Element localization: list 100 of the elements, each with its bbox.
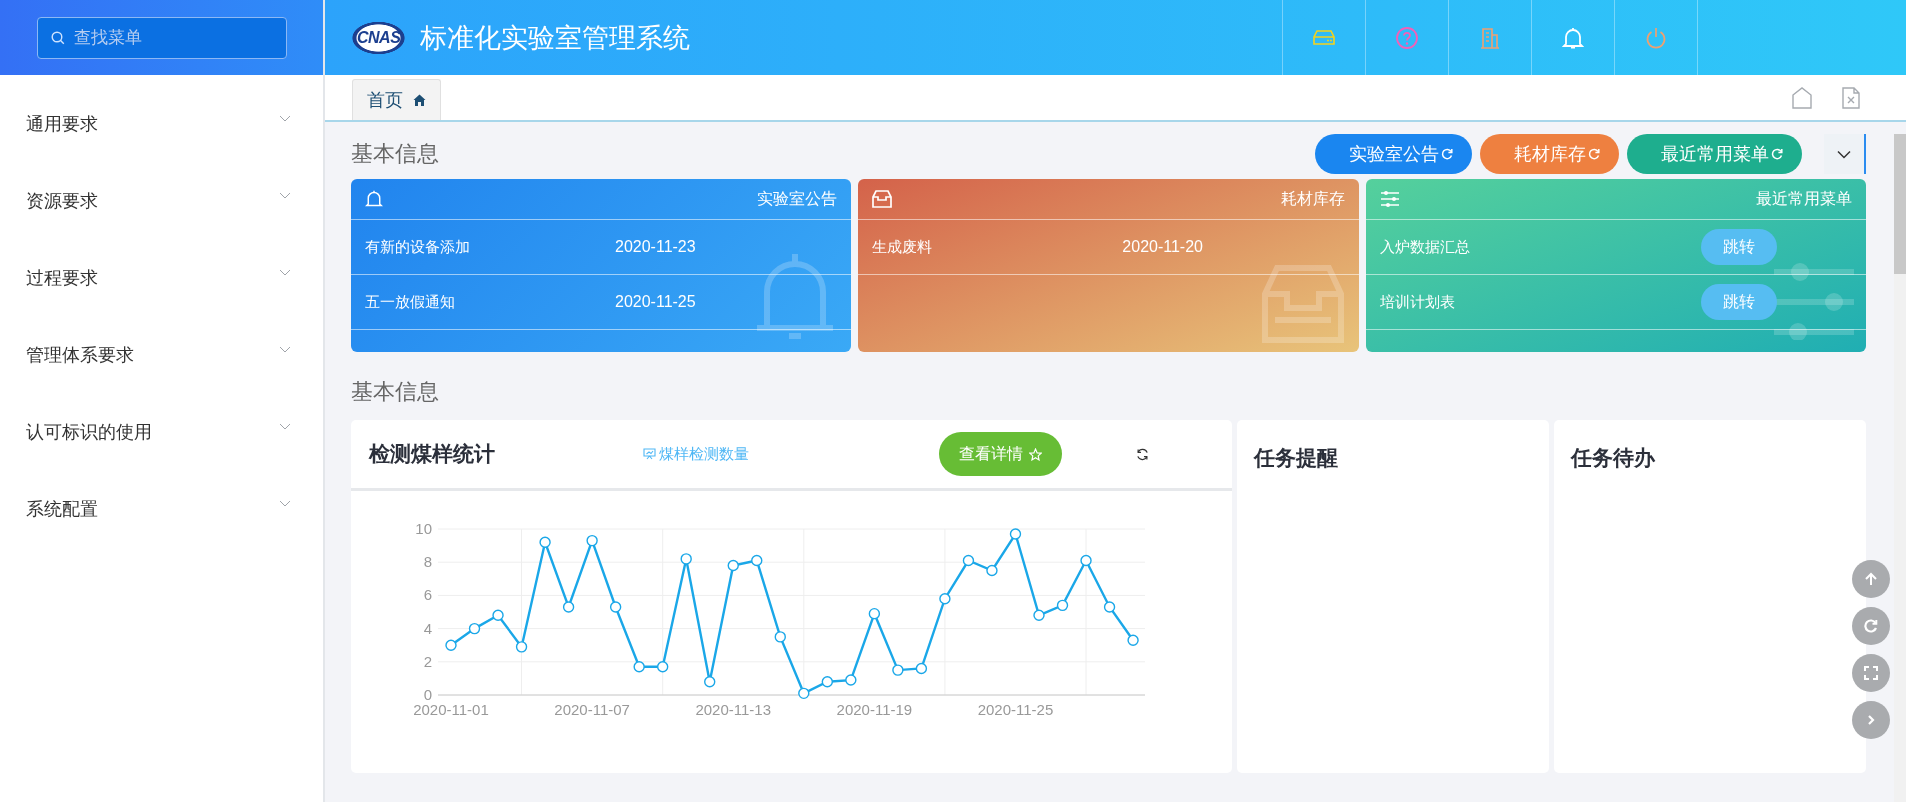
chart-legend[interactable]: 煤样检测数量: [643, 444, 749, 464]
x-tick-label: 2020-11-13: [695, 701, 772, 718]
jump-button[interactable]: 跳转: [1701, 229, 1777, 265]
data-point: [1056, 599, 1069, 612]
item-title[interactable]: 五一放假通知: [365, 292, 615, 312]
menu-item[interactable]: 认可标识的使用: [0, 393, 323, 470]
y-tick-label: 10: [415, 520, 432, 537]
data-point: [774, 631, 786, 643]
y-tick-label: 2: [423, 652, 432, 670]
data-point: [939, 593, 951, 605]
refresh-icon: [1588, 148, 1600, 160]
menu-item[interactable]: 管理体系要求: [0, 316, 323, 393]
y-tick-label: 8: [423, 553, 432, 571]
data-point: [845, 674, 857, 686]
x-tick-label: 2020-11-25: [977, 701, 1054, 718]
home-icon: [413, 94, 426, 106]
panel-title: 检测煤样统计: [369, 441, 495, 467]
back-to-top-button[interactable]: [1852, 560, 1890, 598]
home-icon[interactable]: [1792, 86, 1812, 109]
data-point: [656, 661, 669, 673]
data-point: [445, 639, 457, 651]
search-icon: [51, 30, 65, 45]
item-title[interactable]: 生成废料: [872, 237, 1123, 257]
data-point: [892, 664, 904, 676]
inbox-icon: [1260, 264, 1345, 344]
search-field[interactable]: 查找菜单: [37, 16, 287, 59]
shortcut-button[interactable]: 实验室公告: [1315, 134, 1472, 174]
data-point: [704, 676, 716, 688]
menu-item[interactable]: 系统配置: [0, 470, 323, 547]
data-point: [539, 536, 551, 548]
item-title: 入炉数据汇总: [1379, 237, 1471, 257]
item-date: 2020-11-20: [1122, 238, 1203, 256]
section-title: 基本信息: [351, 140, 439, 168]
data-point: [1009, 528, 1022, 540]
item-date: 2020-11-23: [615, 238, 696, 256]
data-point: [1103, 601, 1116, 613]
data-point: [962, 554, 975, 567]
bell-icon: [365, 189, 383, 209]
card-title: 实验室公告: [757, 188, 838, 209]
data-point: [609, 601, 622, 613]
star-icon: [1029, 447, 1042, 461]
data-point: [727, 559, 739, 572]
data-point: [468, 622, 481, 635]
sliders-icon: [1379, 190, 1400, 208]
y-tick-label: 4: [423, 619, 432, 637]
x-tick-label: 2020-11-01: [413, 701, 489, 718]
section-title: 基本信息: [351, 378, 440, 406]
refresh-icon: [1771, 148, 1783, 160]
data-point: [915, 662, 928, 675]
refresh-button[interactable]: [1852, 607, 1890, 645]
card-title: 耗材库存: [1280, 188, 1345, 209]
data-point: [633, 661, 645, 673]
x-tick-label: 2020-11-07: [554, 701, 630, 718]
menu-item[interactable]: 过程要求: [0, 239, 323, 316]
panel-title: 任务待办: [1571, 446, 1655, 469]
chart-icon: [643, 448, 656, 460]
item-date: 2020-11-25: [615, 293, 696, 311]
x-tick-label: 2020-11-19: [836, 701, 913, 718]
refresh-icon: [1864, 619, 1878, 633]
jump-button[interactable]: 跳转: [1701, 284, 1777, 320]
data-point: [680, 553, 692, 565]
logo: CNAS: [351, 20, 407, 55]
sliders-icon: [1772, 262, 1856, 340]
home-tab[interactable]: 首页: [352, 79, 441, 120]
arrow-up-icon: [1864, 572, 1878, 586]
data-point: [751, 554, 763, 567]
fullscreen-button[interactable]: [1852, 654, 1890, 692]
item-title[interactable]: 有新的设备添加: [365, 237, 615, 257]
card-title: 最近常用菜单: [1756, 188, 1852, 209]
chevron-icon: [1865, 714, 1877, 726]
scrollbar[interactable]: [1894, 134, 1906, 802]
y-tick-label: 0: [423, 686, 432, 703]
close-file-icon[interactable]: [1842, 86, 1860, 109]
chevron-icon: [1837, 149, 1851, 159]
shortcut-button[interactable]: 最近常用菜单: [1627, 134, 1802, 174]
data-point: [1033, 609, 1045, 622]
data-point: [1127, 634, 1139, 646]
shortcut-button[interactable]: 耗材库存: [1480, 134, 1619, 174]
panel-title: 任务提醒: [1254, 446, 1338, 469]
dropdown-button[interactable]: [1824, 134, 1866, 174]
menu-item[interactable]: 通用要求: [0, 85, 323, 162]
inbox-icon: [872, 190, 893, 208]
data-point: [515, 641, 528, 653]
item-title: 培训计划表: [1379, 292, 1456, 312]
data-point: [868, 607, 881, 620]
app-title: 标准化实验室管理系统: [420, 21, 691, 55]
data-point: [1080, 554, 1092, 567]
next-button[interactable]: [1852, 701, 1890, 739]
y-tick-label: 6: [423, 586, 432, 604]
menu-item[interactable]: 资源要求: [0, 162, 323, 239]
data-point: [492, 609, 504, 622]
data-point: [562, 601, 575, 613]
data-point: [986, 564, 998, 577]
fullscreen-icon: [1864, 666, 1878, 680]
refresh-icon: [1441, 148, 1453, 160]
data-point: [798, 687, 810, 700]
details-button[interactable]: 查看详情: [939, 432, 1062, 476]
refresh-icon[interactable]: [1136, 447, 1149, 461]
data-point: [586, 534, 598, 547]
data-point: [821, 676, 834, 688]
